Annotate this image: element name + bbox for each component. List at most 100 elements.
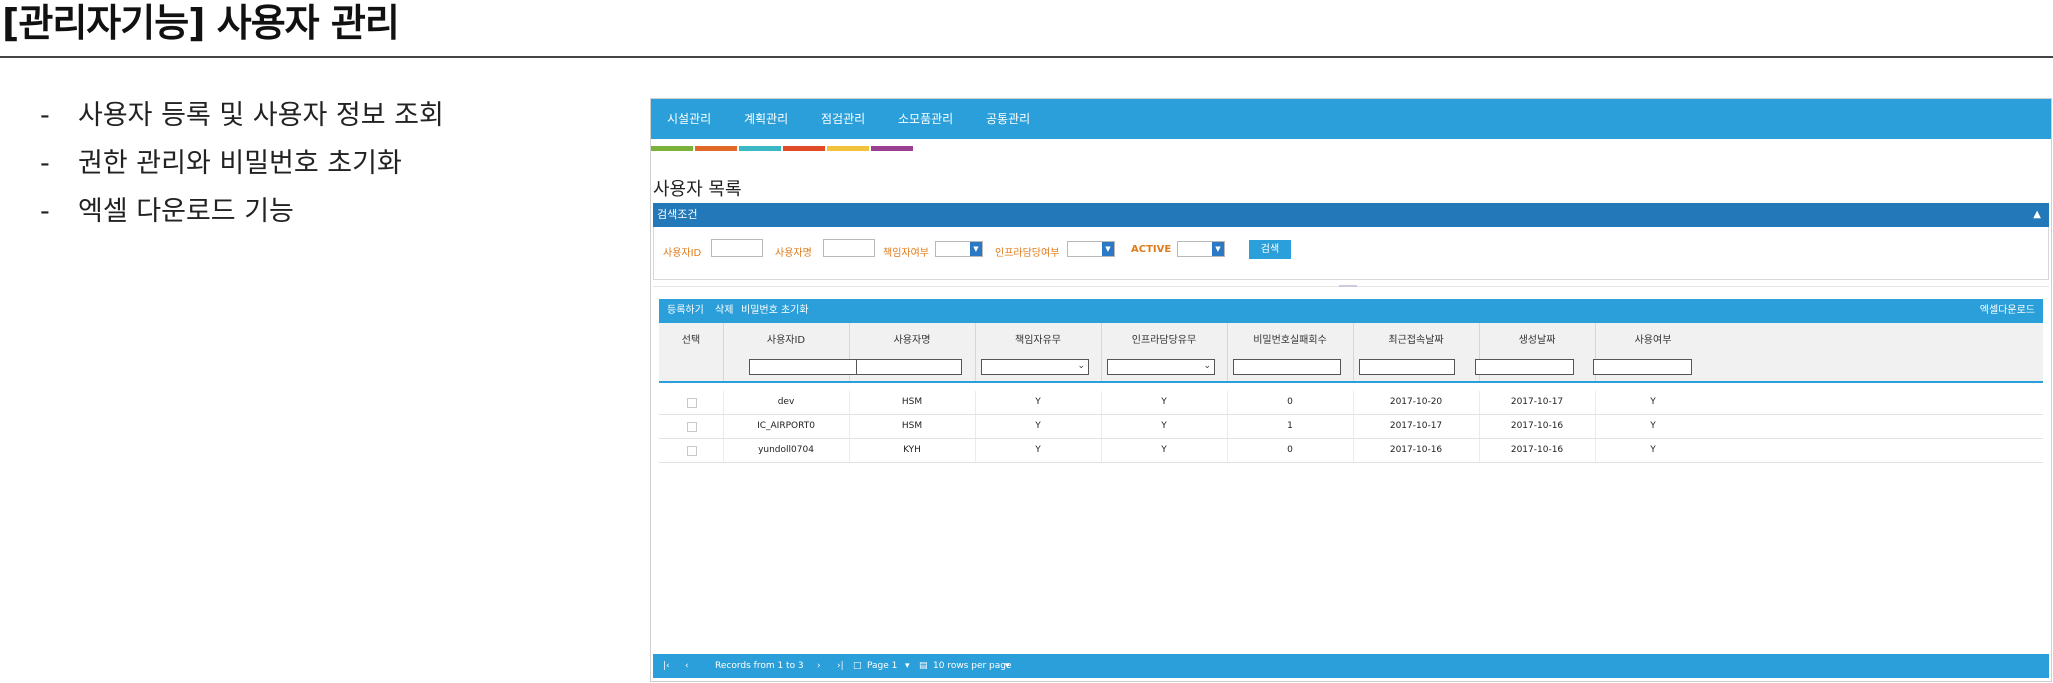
cell-user-name: HSM — [901, 421, 923, 431]
slide-title: [관리자기능] 사용자 관리 — [2, 1, 400, 45]
cell-last-login: 2017-10-16 — [1389, 445, 1443, 455]
cell-use: Y — [1650, 421, 1656, 431]
last-page-icon[interactable]: ›| — [837, 654, 844, 678]
accent-bar — [871, 146, 913, 151]
infra-label: 인프라담당여부 — [995, 248, 1060, 259]
table-row[interactable]: IC_AIRPORT0 HSM Y Y 1 2017-10-17 2017-10… — [659, 415, 2043, 439]
filter-user-name[interactable] — [856, 359, 962, 375]
title-divider — [0, 56, 2053, 58]
cell-created: 2017-10-16 — [1510, 421, 1564, 431]
page-selector[interactable]: Page 1 — [867, 654, 897, 678]
manager-select[interactable]: ▼ — [935, 241, 983, 257]
feature-text: 사용자 등록 및 사용자 정보 조회 — [78, 100, 444, 131]
column-header[interactable]: 사용여부 — [1595, 331, 1711, 346]
records-info: Records from 1 to 3 — [715, 661, 804, 671]
cell-user-id: dev — [777, 397, 795, 407]
chevron-down-icon: ⌄ — [1077, 361, 1085, 371]
cell-infra: Y — [1161, 421, 1167, 431]
first-page-icon[interactable]: |‹ — [663, 654, 670, 678]
row-checkbox[interactable] — [687, 398, 697, 408]
filter-use[interactable] — [1593, 359, 1692, 375]
filter-created[interactable] — [1475, 359, 1574, 375]
column-header[interactable]: 사용자명 — [849, 331, 975, 346]
chevron-down-icon[interactable]: ▾ — [905, 654, 910, 678]
filter-last-login[interactable] — [1359, 359, 1455, 375]
chevron-down-icon: ▼ — [1212, 242, 1224, 256]
bullet-marker: - — [40, 148, 50, 179]
feature-item: - 엑셀 다운로드 기능 — [40, 188, 444, 236]
column-header[interactable]: 최근접속날짜 — [1353, 331, 1479, 346]
chevron-down-icon: ▼ — [970, 242, 982, 256]
menu-plan[interactable]: 계획관리 — [744, 99, 788, 139]
feature-text: 권한 관리와 비밀번호 초기화 — [78, 148, 402, 179]
splitter-handle[interactable] — [1339, 285, 1357, 287]
excel-download-button[interactable]: 엑셀다운로드 — [1980, 299, 2035, 323]
chevron-down-icon[interactable]: ▾ — [1005, 654, 1010, 678]
user-id-input[interactable] — [711, 239, 763, 257]
menu-common[interactable]: 공통관리 — [986, 99, 1030, 139]
accent-bar — [783, 146, 825, 151]
filter-password-fail[interactable] — [1233, 359, 1341, 375]
grid-toolbar: 등록하기 삭제 비밀번호 초기화 엑셀다운로드 — [659, 299, 2043, 323]
active-select[interactable]: ▼ — [1177, 241, 1225, 257]
row-checkbox[interactable] — [687, 422, 697, 432]
reset-password-button[interactable]: 비밀번호 초기화 — [741, 299, 809, 323]
cell-user-id: yundoll0704 — [758, 445, 814, 455]
chevron-down-icon: ⌄ — [1203, 361, 1211, 371]
delete-button[interactable]: 삭제 — [715, 299, 733, 323]
column-header[interactable]: 책임자유무 — [975, 331, 1101, 346]
column-header[interactable]: 비밀번호실패회수 — [1227, 331, 1353, 346]
search-panel-header[interactable]: 검색조건 ▲ — [653, 203, 2049, 227]
rows-icon: ▤ — [919, 661, 928, 671]
cell-manager: Y — [1035, 421, 1041, 431]
chevron-down-icon: ▼ — [1102, 242, 1114, 256]
prev-page-icon[interactable]: ‹ — [685, 654, 689, 678]
table-row[interactable]: yundoll0704 KYH Y Y 0 2017-10-16 2017-10… — [659, 439, 2043, 463]
search-panel-title: 검색조건 — [657, 208, 698, 221]
cell-user-name: KYH — [903, 445, 921, 455]
cell-created: 2017-10-17 — [1510, 397, 1564, 407]
filter-infra-select[interactable]: ⌄ — [1107, 359, 1215, 375]
infra-select[interactable]: ▼ — [1067, 241, 1115, 257]
feature-item: - 사용자 등록 및 사용자 정보 조회 — [40, 92, 444, 140]
search-button[interactable]: 검색 — [1249, 240, 1291, 259]
table-row[interactable]: dev HSM Y Y 0 2017-10-20 2017-10-17 Y — [659, 391, 2043, 415]
accent-bar — [695, 146, 737, 151]
bullet-marker: - — [40, 196, 50, 227]
page-icon: □ — [853, 661, 862, 671]
active-label: ACTIVE — [1131, 244, 1172, 255]
feature-item: - 권한 관리와 비밀번호 초기화 — [40, 140, 444, 188]
top-nav: 시설관리 계획관리 점검관리 소모품관리 공통관리 — [651, 99, 2051, 139]
feature-text: 엑셀 다운로드 기능 — [78, 196, 294, 227]
menu-facility[interactable]: 시설관리 — [667, 99, 711, 139]
cell-infra: Y — [1161, 397, 1167, 407]
menu-supplies[interactable]: 소모품관리 — [898, 99, 953, 139]
feature-list: - 사용자 등록 및 사용자 정보 조회 - 권한 관리와 비밀번호 초기화 - 엑셀… — [40, 92, 444, 236]
user-name-label: 사용자명 — [775, 248, 812, 259]
register-button[interactable]: 등록하기 — [667, 299, 704, 323]
app-screenshot: 시설관리 계획관리 점검관리 소모품관리 공통관리 사용자 목록 검색조건 ▲ … — [650, 98, 2052, 682]
accent-bar — [651, 146, 693, 151]
cell-infra: Y — [1161, 445, 1167, 455]
accent-bar — [827, 146, 869, 151]
user-name-input[interactable] — [823, 239, 875, 257]
column-header[interactable]: 사용자ID — [723, 331, 849, 346]
accent-bar — [739, 146, 781, 151]
cell-manager: Y — [1035, 397, 1041, 407]
cell-created: 2017-10-16 — [1510, 445, 1564, 455]
page-title: 사용자 목록 — [653, 179, 742, 200]
cell-user-name: HSM — [901, 397, 923, 407]
row-checkbox[interactable] — [687, 446, 697, 456]
column-header[interactable]: 선택 — [659, 331, 723, 346]
column-header[interactable]: 생성날짜 — [1479, 331, 1595, 346]
rows-per-page-selector[interactable]: 10 rows per page — [933, 654, 1012, 678]
filter-manager-select[interactable]: ⌄ — [981, 359, 1089, 375]
pager: |‹ ‹ Records from 1 to 3 › ›| □ Page 1 ▾… — [653, 654, 2049, 678]
cell-password-fail: 1 — [1287, 421, 1293, 431]
bullet-marker: - — [40, 100, 50, 131]
next-page-icon[interactable]: › — [817, 654, 821, 678]
menu-inspection[interactable]: 점검관리 — [821, 99, 865, 139]
column-header[interactable]: 인프라담당유무 — [1101, 331, 1227, 346]
chevron-up-icon[interactable]: ▲ — [2033, 203, 2041, 227]
filter-user-id[interactable] — [749, 359, 857, 375]
